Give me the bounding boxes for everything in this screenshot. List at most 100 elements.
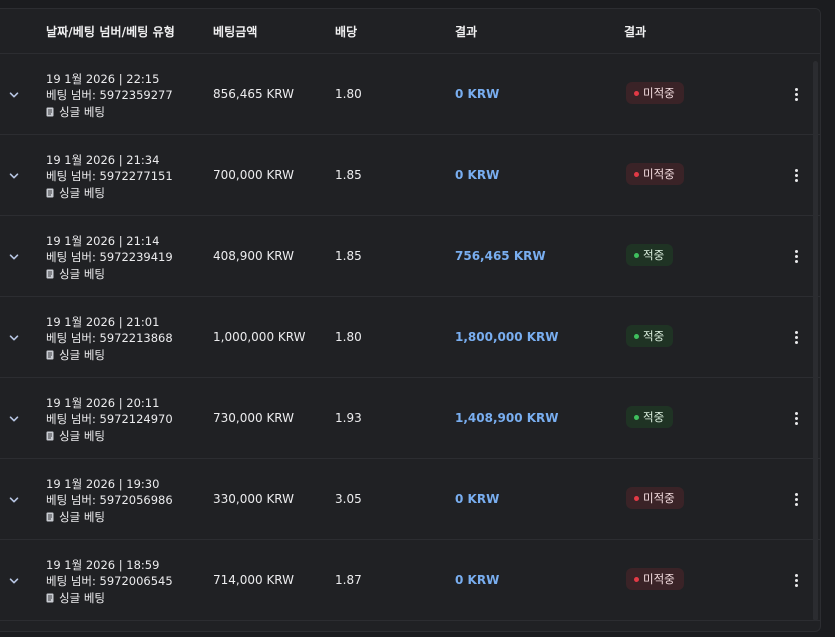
- bet-result: 1,408,900 KRW: [455, 411, 559, 425]
- status-dot-icon: [634, 495, 639, 501]
- header-status: 결과: [624, 25, 647, 39]
- status-label: 미적중: [643, 86, 675, 100]
- bet-history-panel: 날짜/베팅 넘버/베팅 유형 베팅금액 배당 결과 결과 19 1월 2026 …: [0, 8, 821, 632]
- status-badge: 미적중: [626, 163, 684, 185]
- bet-amount: 700,000 KRW: [213, 168, 295, 182]
- bet-type: 싱글 베팅: [46, 428, 105, 444]
- scrollbar[interactable]: [813, 61, 818, 621]
- table-row[interactable]: 19 1월 2026 | 21:01 베팅 넘버: 5972213868 싱글 …: [0, 297, 820, 378]
- table-row[interactable]: 19 1월 2026 | 21:34 베팅 넘버: 5972277151 싱글 …: [0, 135, 820, 216]
- status-badge: 미적중: [626, 568, 684, 590]
- more-vertical-icon[interactable]: [795, 169, 799, 183]
- bet-result: 0 KRW: [455, 492, 500, 506]
- more-vertical-icon[interactable]: [795, 88, 799, 102]
- status-badge: 적중: [626, 406, 674, 428]
- status-label: 적중: [643, 329, 665, 343]
- chevron-down-icon[interactable]: [9, 576, 19, 586]
- bet-type-label: 싱글 베팅: [59, 267, 105, 281]
- header-result: 결과: [455, 25, 478, 39]
- status-label: 적중: [643, 248, 665, 262]
- bet-odds: 1.87: [335, 573, 362, 587]
- bet-odds: 1.93: [335, 411, 362, 425]
- bet-type: 싱글 베팅: [46, 266, 105, 282]
- bet-amount: 408,900 KRW: [213, 249, 295, 263]
- more-vertical-icon[interactable]: [795, 412, 799, 426]
- bet-date: 19 1월 2026 | 21:34: [46, 153, 160, 167]
- status-badge: 적중: [626, 325, 674, 347]
- bet-type-label: 싱글 베팅: [59, 186, 105, 200]
- chevron-down-icon[interactable]: [9, 333, 19, 343]
- bet-odds: 1.80: [335, 87, 362, 101]
- receipt-icon: [46, 511, 54, 522]
- chevron-down-icon[interactable]: [9, 414, 19, 424]
- table-row[interactable]: 19 1월 2026 | 21:14 베팅 넘버: 5972239419 싱글 …: [0, 216, 820, 297]
- bet-type-label: 싱글 베팅: [59, 429, 105, 443]
- bet-type-label: 싱글 베팅: [59, 591, 105, 605]
- bet-odds: 1.85: [335, 168, 362, 182]
- more-vertical-icon[interactable]: [795, 574, 799, 588]
- table-row[interactable]: 19 1월 2026 | 18:59 베팅 넘버: 5972006545 싱글 …: [0, 540, 820, 621]
- chevron-down-icon[interactable]: [9, 495, 19, 505]
- bet-number: 베팅 넘버: 5972056986: [46, 493, 173, 507]
- bet-odds: 1.85: [335, 249, 362, 263]
- bet-number: 베팅 넘버: 5972277151: [46, 169, 173, 183]
- receipt-icon: [46, 268, 54, 279]
- chevron-down-icon[interactable]: [9, 90, 19, 100]
- table-row[interactable]: 19 1월 2026 | 22:15 베팅 넘버: 5972359277 싱글 …: [0, 54, 820, 135]
- table-row[interactable]: 19 1월 2026 | 19:30 베팅 넘버: 5972056986 싱글 …: [0, 459, 820, 540]
- bet-amount: 1,000,000 KRW: [213, 330, 306, 344]
- more-vertical-icon[interactable]: [795, 250, 799, 264]
- table-header: 날짜/베팅 넘버/베팅 유형 베팅금액 배당 결과 결과: [0, 9, 820, 54]
- bet-amount: 330,000 KRW: [213, 492, 295, 506]
- bet-result: 0 KRW: [455, 168, 500, 182]
- bet-amount: 856,465 KRW: [213, 87, 295, 101]
- chevron-down-icon[interactable]: [9, 171, 19, 181]
- bet-odds: 1.80: [335, 330, 362, 344]
- bet-result: 0 KRW: [455, 87, 500, 101]
- status-dot-icon: [634, 90, 639, 96]
- bet-result: 756,465 KRW: [455, 249, 546, 263]
- more-vertical-icon[interactable]: [795, 493, 799, 507]
- status-dot-icon: [634, 576, 639, 582]
- bet-date: 19 1월 2026 | 19:30: [46, 477, 160, 491]
- bet-date: 19 1월 2026 | 22:15: [46, 72, 160, 86]
- bet-result: 1,800,000 KRW: [455, 330, 559, 344]
- bet-amount: 714,000 KRW: [213, 573, 295, 587]
- status-dot-icon: [634, 252, 639, 258]
- bet-date: 19 1월 2026 | 21:01: [46, 315, 160, 329]
- status-dot-icon: [634, 333, 639, 339]
- bet-number: 베팅 넘버: 5972359277: [46, 88, 173, 102]
- bet-type-label: 싱글 베팅: [59, 348, 105, 362]
- bet-number: 베팅 넘버: 5972239419: [46, 250, 173, 264]
- bet-amount: 730,000 KRW: [213, 411, 295, 425]
- bet-number: 베팅 넘버: 5972213868: [46, 331, 173, 345]
- status-label: 미적중: [643, 491, 675, 505]
- status-label: 적중: [643, 410, 665, 424]
- receipt-icon: [46, 349, 54, 360]
- header-odds: 배당: [335, 25, 358, 39]
- status-dot-icon: [634, 171, 639, 177]
- status-badge: 미적중: [626, 82, 684, 104]
- status-label: 미적중: [643, 167, 675, 181]
- bet-number: 베팅 넘버: 5972006545: [46, 574, 173, 588]
- bet-date: 19 1월 2026 | 21:14: [46, 234, 160, 248]
- table-row[interactable]: 19 1월 2026 | 20:11 베팅 넘버: 5972124970 싱글 …: [0, 378, 820, 459]
- bet-date: 19 1월 2026 | 18:59: [46, 558, 160, 572]
- header-date-number-type: 날짜/베팅 넘버/베팅 유형: [46, 25, 175, 39]
- receipt-icon: [46, 430, 54, 441]
- more-vertical-icon[interactable]: [795, 331, 799, 345]
- bet-type: 싱글 베팅: [46, 347, 105, 363]
- status-badge: 적중: [626, 244, 674, 266]
- bet-type: 싱글 베팅: [46, 590, 105, 606]
- header-amount: 베팅금액: [213, 25, 258, 39]
- chevron-down-icon[interactable]: [9, 252, 19, 262]
- receipt-icon: [46, 592, 54, 603]
- bet-number: 베팅 넘버: 5972124970: [46, 412, 173, 426]
- bet-date: 19 1월 2026 | 20:11: [46, 396, 160, 410]
- status-badge: 미적중: [626, 487, 684, 509]
- receipt-icon: [46, 106, 54, 117]
- bet-type-label: 싱글 베팅: [59, 105, 105, 119]
- status-dot-icon: [634, 414, 639, 420]
- bet-type-label: 싱글 베팅: [59, 510, 105, 524]
- bet-type: 싱글 베팅: [46, 185, 105, 201]
